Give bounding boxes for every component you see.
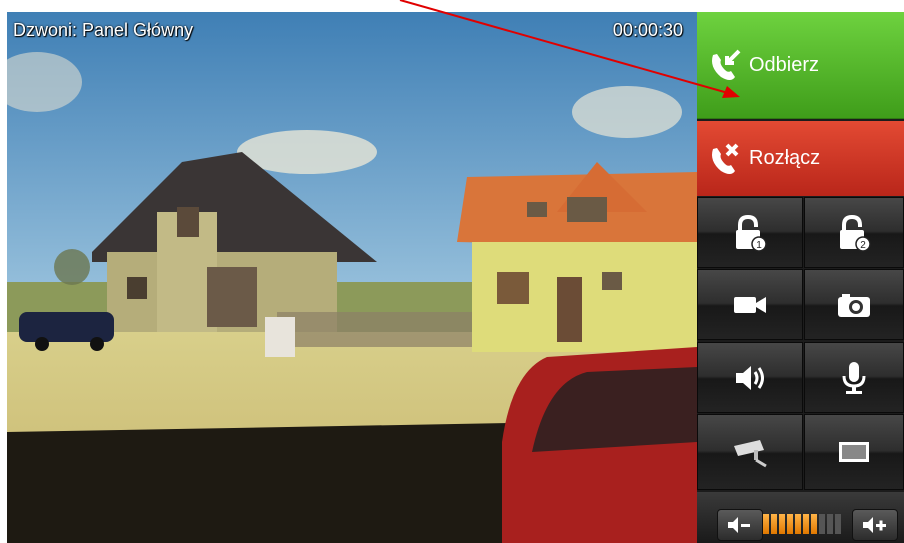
call-timer: 00:00:30 xyxy=(612,20,683,40)
unlock-1-button[interactable]: 1 xyxy=(697,197,803,268)
svg-text:1: 1 xyxy=(756,240,762,251)
svg-text:2: 2 xyxy=(860,240,866,251)
volume-down-button[interactable] xyxy=(717,509,763,541)
padlock-2-icon: 2 xyxy=(840,214,871,252)
volume-up-icon xyxy=(863,517,886,533)
unlock-2-button[interactable]: 2 xyxy=(804,197,904,268)
speaker-icon xyxy=(736,365,764,390)
answer-label: Odbierz xyxy=(749,53,820,76)
volume-segment xyxy=(771,514,777,534)
microphone-button[interactable] xyxy=(804,342,904,413)
volume-segment xyxy=(827,514,833,534)
screen-icon xyxy=(839,442,869,462)
volume-segment xyxy=(779,514,785,534)
volume-segment xyxy=(811,514,817,534)
phone-answer-icon xyxy=(712,49,741,80)
volume-segment xyxy=(835,514,841,534)
volume-segment xyxy=(819,514,825,534)
answer-button[interactable]: Odbierz xyxy=(697,12,904,119)
cctv-button[interactable] xyxy=(697,414,803,490)
hangup-button[interactable]: Rozłącz xyxy=(697,121,904,196)
speaker-button[interactable] xyxy=(697,342,803,413)
video-camera-icon xyxy=(734,296,766,313)
volume-slider[interactable] xyxy=(763,514,851,534)
volume-down-icon xyxy=(728,517,750,533)
record-video-button[interactable] xyxy=(697,269,803,340)
camera-scene xyxy=(7,12,697,543)
cctv-camera-icon xyxy=(734,440,767,468)
volume-segment xyxy=(787,514,793,534)
hangup-label: Rozłącz xyxy=(749,147,821,169)
phone-hangup-icon xyxy=(712,143,739,174)
volume-bar xyxy=(697,492,904,543)
fullscreen-button[interactable] xyxy=(804,414,904,490)
photo-camera-icon xyxy=(838,293,870,317)
snapshot-button[interactable] xyxy=(804,269,904,340)
video-feed: Dzwoni: Panel Główny 00:00:30 xyxy=(7,12,697,543)
microphone-icon xyxy=(842,361,866,394)
volume-segment xyxy=(795,514,801,534)
control-panel: Odbierz Rozłącz 1 2 xyxy=(697,12,904,543)
padlock-1-icon: 1 xyxy=(736,214,767,252)
volume-up-button[interactable] xyxy=(852,509,898,541)
caller-label: Dzwoni: Panel Główny xyxy=(13,20,194,40)
volume-segment xyxy=(803,514,809,534)
volume-segment xyxy=(763,514,769,534)
